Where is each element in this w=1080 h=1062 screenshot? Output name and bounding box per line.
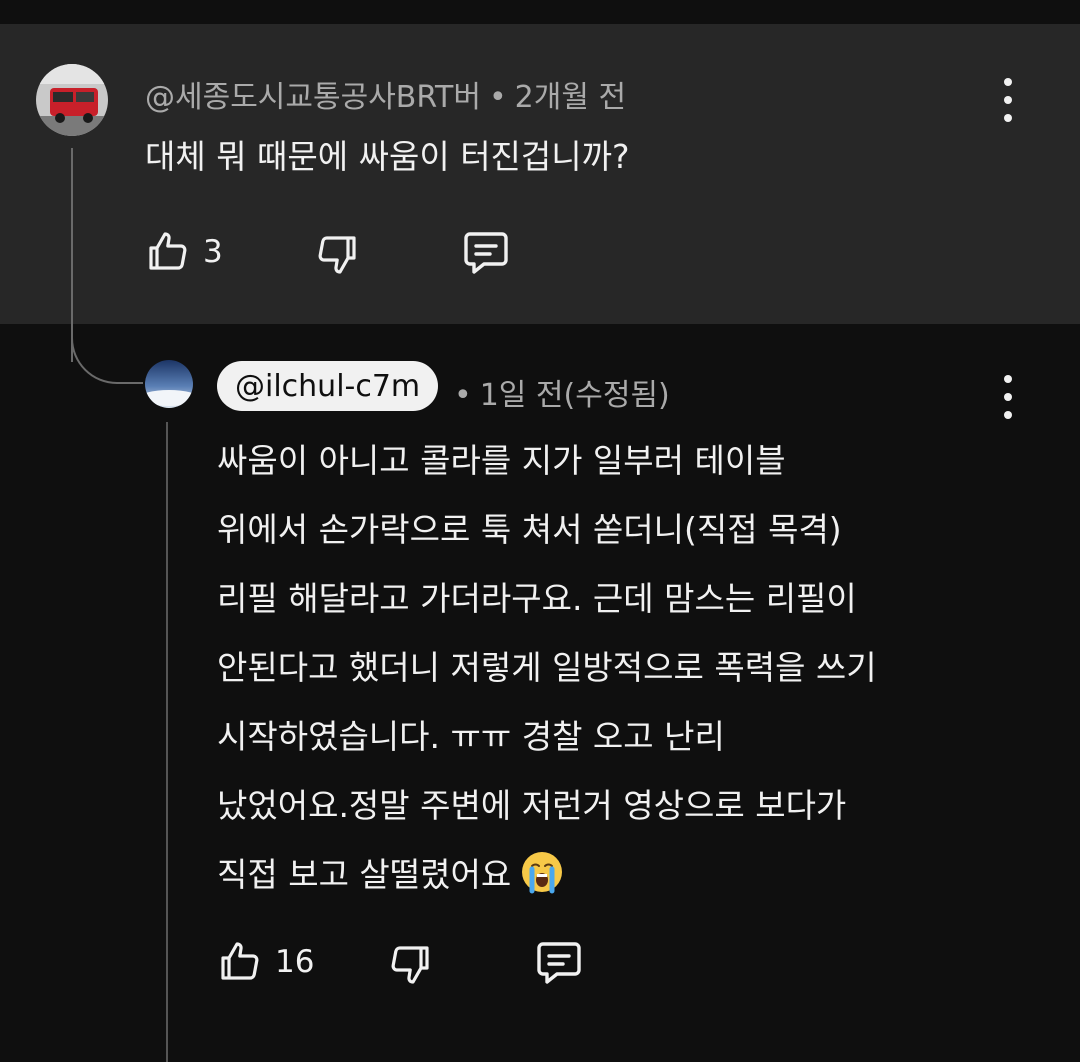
- reply-author-chip[interactable]: @ilchul-c7m: [217, 361, 439, 411]
- parent-author[interactable]: @세종도시교통공사BRT버: [145, 80, 481, 115]
- top-strip: [0, 0, 1080, 24]
- reply-like-count: 16: [275, 944, 315, 980]
- reply-more-options-button[interactable]: [996, 375, 1020, 419]
- reply-text-line: 시작하였습니다. ㅠㅠ 경찰 오고 난리: [217, 717, 725, 756]
- parent-dislike-button[interactable]: [312, 230, 360, 278]
- parent-more-options-button[interactable]: [996, 78, 1020, 122]
- reply-reply-button[interactable]: [533, 938, 585, 988]
- reply-comment-icon: [464, 232, 508, 274]
- reply-text-line: 났었어요.정말 주변에 저런거 영상으로 보다가: [217, 786, 847, 825]
- kebab-dot: [1004, 375, 1012, 383]
- reply-meta: • 1일 전(수정됨): [454, 370, 670, 414]
- reply-text-line: 위에서 손가락으로 툭 쳐서 쏟더니(직접 목격): [217, 510, 842, 549]
- kebab-dot: [1004, 393, 1012, 401]
- kebab-dot: [1004, 114, 1012, 122]
- parent-avatar[interactable]: [36, 64, 108, 136]
- reply-text-line-last: 직접 보고 살떨렸어요: [217, 840, 877, 909]
- parent-timestamp[interactable]: 2개월 전: [515, 80, 626, 115]
- sky-photo-avatar-icon: [145, 360, 193, 408]
- reply-dislike-button[interactable]: [385, 940, 433, 988]
- kebab-dot: [1004, 96, 1012, 104]
- parent-comment-text: 대체 뭐 때문에 싸움이 터진겁니까?: [145, 137, 630, 176]
- reply-text-line: 안된다고 했더니 저렇게 일방적으로 폭력을 쓰기: [217, 648, 877, 687]
- reply-comment-icon: [537, 942, 581, 984]
- reply-avatar[interactable]: [145, 360, 193, 408]
- parent-meta: @세종도시교통공사BRT버 • 2개월 전: [145, 72, 626, 116]
- reply-timestamp[interactable]: 1일 전(수정됨): [480, 378, 670, 413]
- reply-text-line: 리필 해달라고 가더라구요. 근데 맘스는 리필이: [217, 579, 857, 618]
- bus-photo-avatar-icon: [36, 64, 108, 136]
- parent-reply-button[interactable]: [460, 228, 512, 278]
- reply-comment-text: 싸움이 아니고 콜라를 지가 일부러 테이블 위에서 손가락으로 툭 쳐서 쏟더…: [217, 426, 877, 909]
- thumbs-up-icon: [221, 942, 259, 980]
- reply-thread-line: [166, 422, 168, 1062]
- kebab-dot: [1004, 78, 1012, 86]
- reply-text-line: 싸움이 아니고 콜라를 지가 일부러 테이블: [217, 441, 786, 480]
- kebab-dot: [1004, 411, 1012, 419]
- reply-text-line: 직접 보고 살떨렸어요: [217, 855, 512, 894]
- thumbs-down-icon: [391, 946, 429, 984]
- meta-separator: •: [454, 378, 472, 413]
- meta-separator: •: [488, 80, 507, 115]
- crying-face-emoji-icon: [522, 852, 563, 894]
- thumbs-down-icon: [318, 236, 356, 274]
- parent-like-button[interactable]: 3: [145, 228, 223, 276]
- thumbs-up-icon: [149, 232, 187, 270]
- reply-like-button[interactable]: 16: [217, 938, 314, 986]
- parent-like-count: 3: [203, 234, 223, 270]
